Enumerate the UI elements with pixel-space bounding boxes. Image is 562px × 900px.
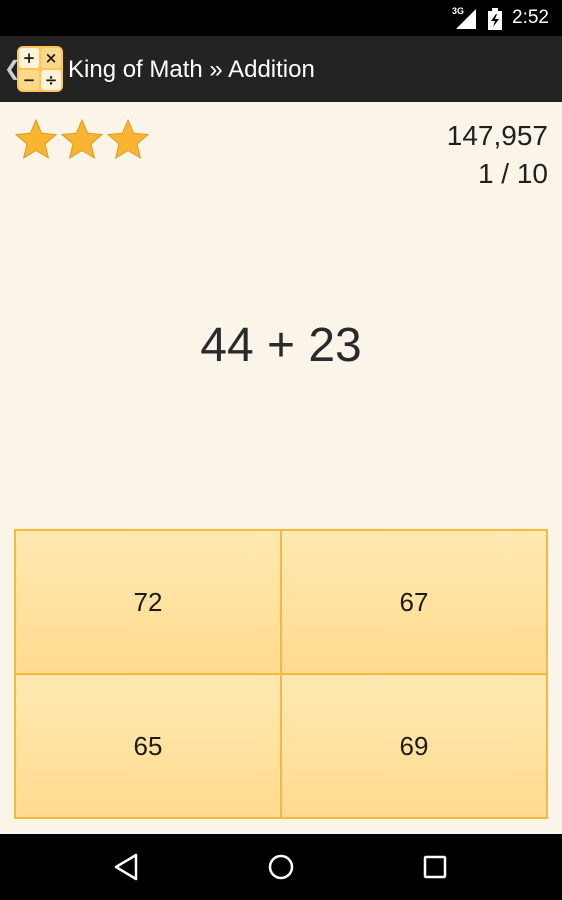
answer-button-4[interactable]: 69 xyxy=(282,675,546,817)
answer-button-1[interactable]: 72 xyxy=(16,531,280,673)
page-title: King of Math » Addition xyxy=(68,56,315,83)
score-panel: 147,957 1 / 10 xyxy=(447,120,548,192)
navigation-bar xyxy=(0,834,562,900)
answer-button-2[interactable]: 67 xyxy=(282,531,546,673)
star-rating xyxy=(14,118,152,164)
score-value: 147,957 xyxy=(446,120,548,151)
app-logo-icon[interactable]: + × − ÷ xyxy=(17,46,63,92)
screen: 3G 2:52 ❮ + × − ÷ King of Math » Additio… xyxy=(0,0,562,900)
multiply-icon: × xyxy=(41,48,61,68)
answer-grid: 72 67 65 69 xyxy=(14,529,548,819)
action-bar: ❮ + × − ÷ King of Math » Addition xyxy=(0,36,562,102)
question-progress: 1 / 10 xyxy=(477,158,548,189)
plus-icon: + xyxy=(19,48,39,68)
status-bar: 3G 2:52 xyxy=(0,0,562,36)
clock: 2:52 xyxy=(512,7,549,28)
star-icon xyxy=(60,118,104,160)
divide-icon: ÷ xyxy=(41,70,61,90)
signal-icon xyxy=(456,9,476,29)
answer-button-3[interactable]: 65 xyxy=(16,675,280,817)
recents-icon[interactable] xyxy=(420,852,450,882)
math-question: 44 + 23 xyxy=(200,319,362,372)
star-icon xyxy=(14,118,58,160)
star-icon xyxy=(106,118,150,160)
battery-charging-icon xyxy=(488,8,502,30)
back-icon[interactable] xyxy=(112,852,142,882)
minus-icon: − xyxy=(19,70,39,90)
home-icon[interactable] xyxy=(266,852,296,882)
